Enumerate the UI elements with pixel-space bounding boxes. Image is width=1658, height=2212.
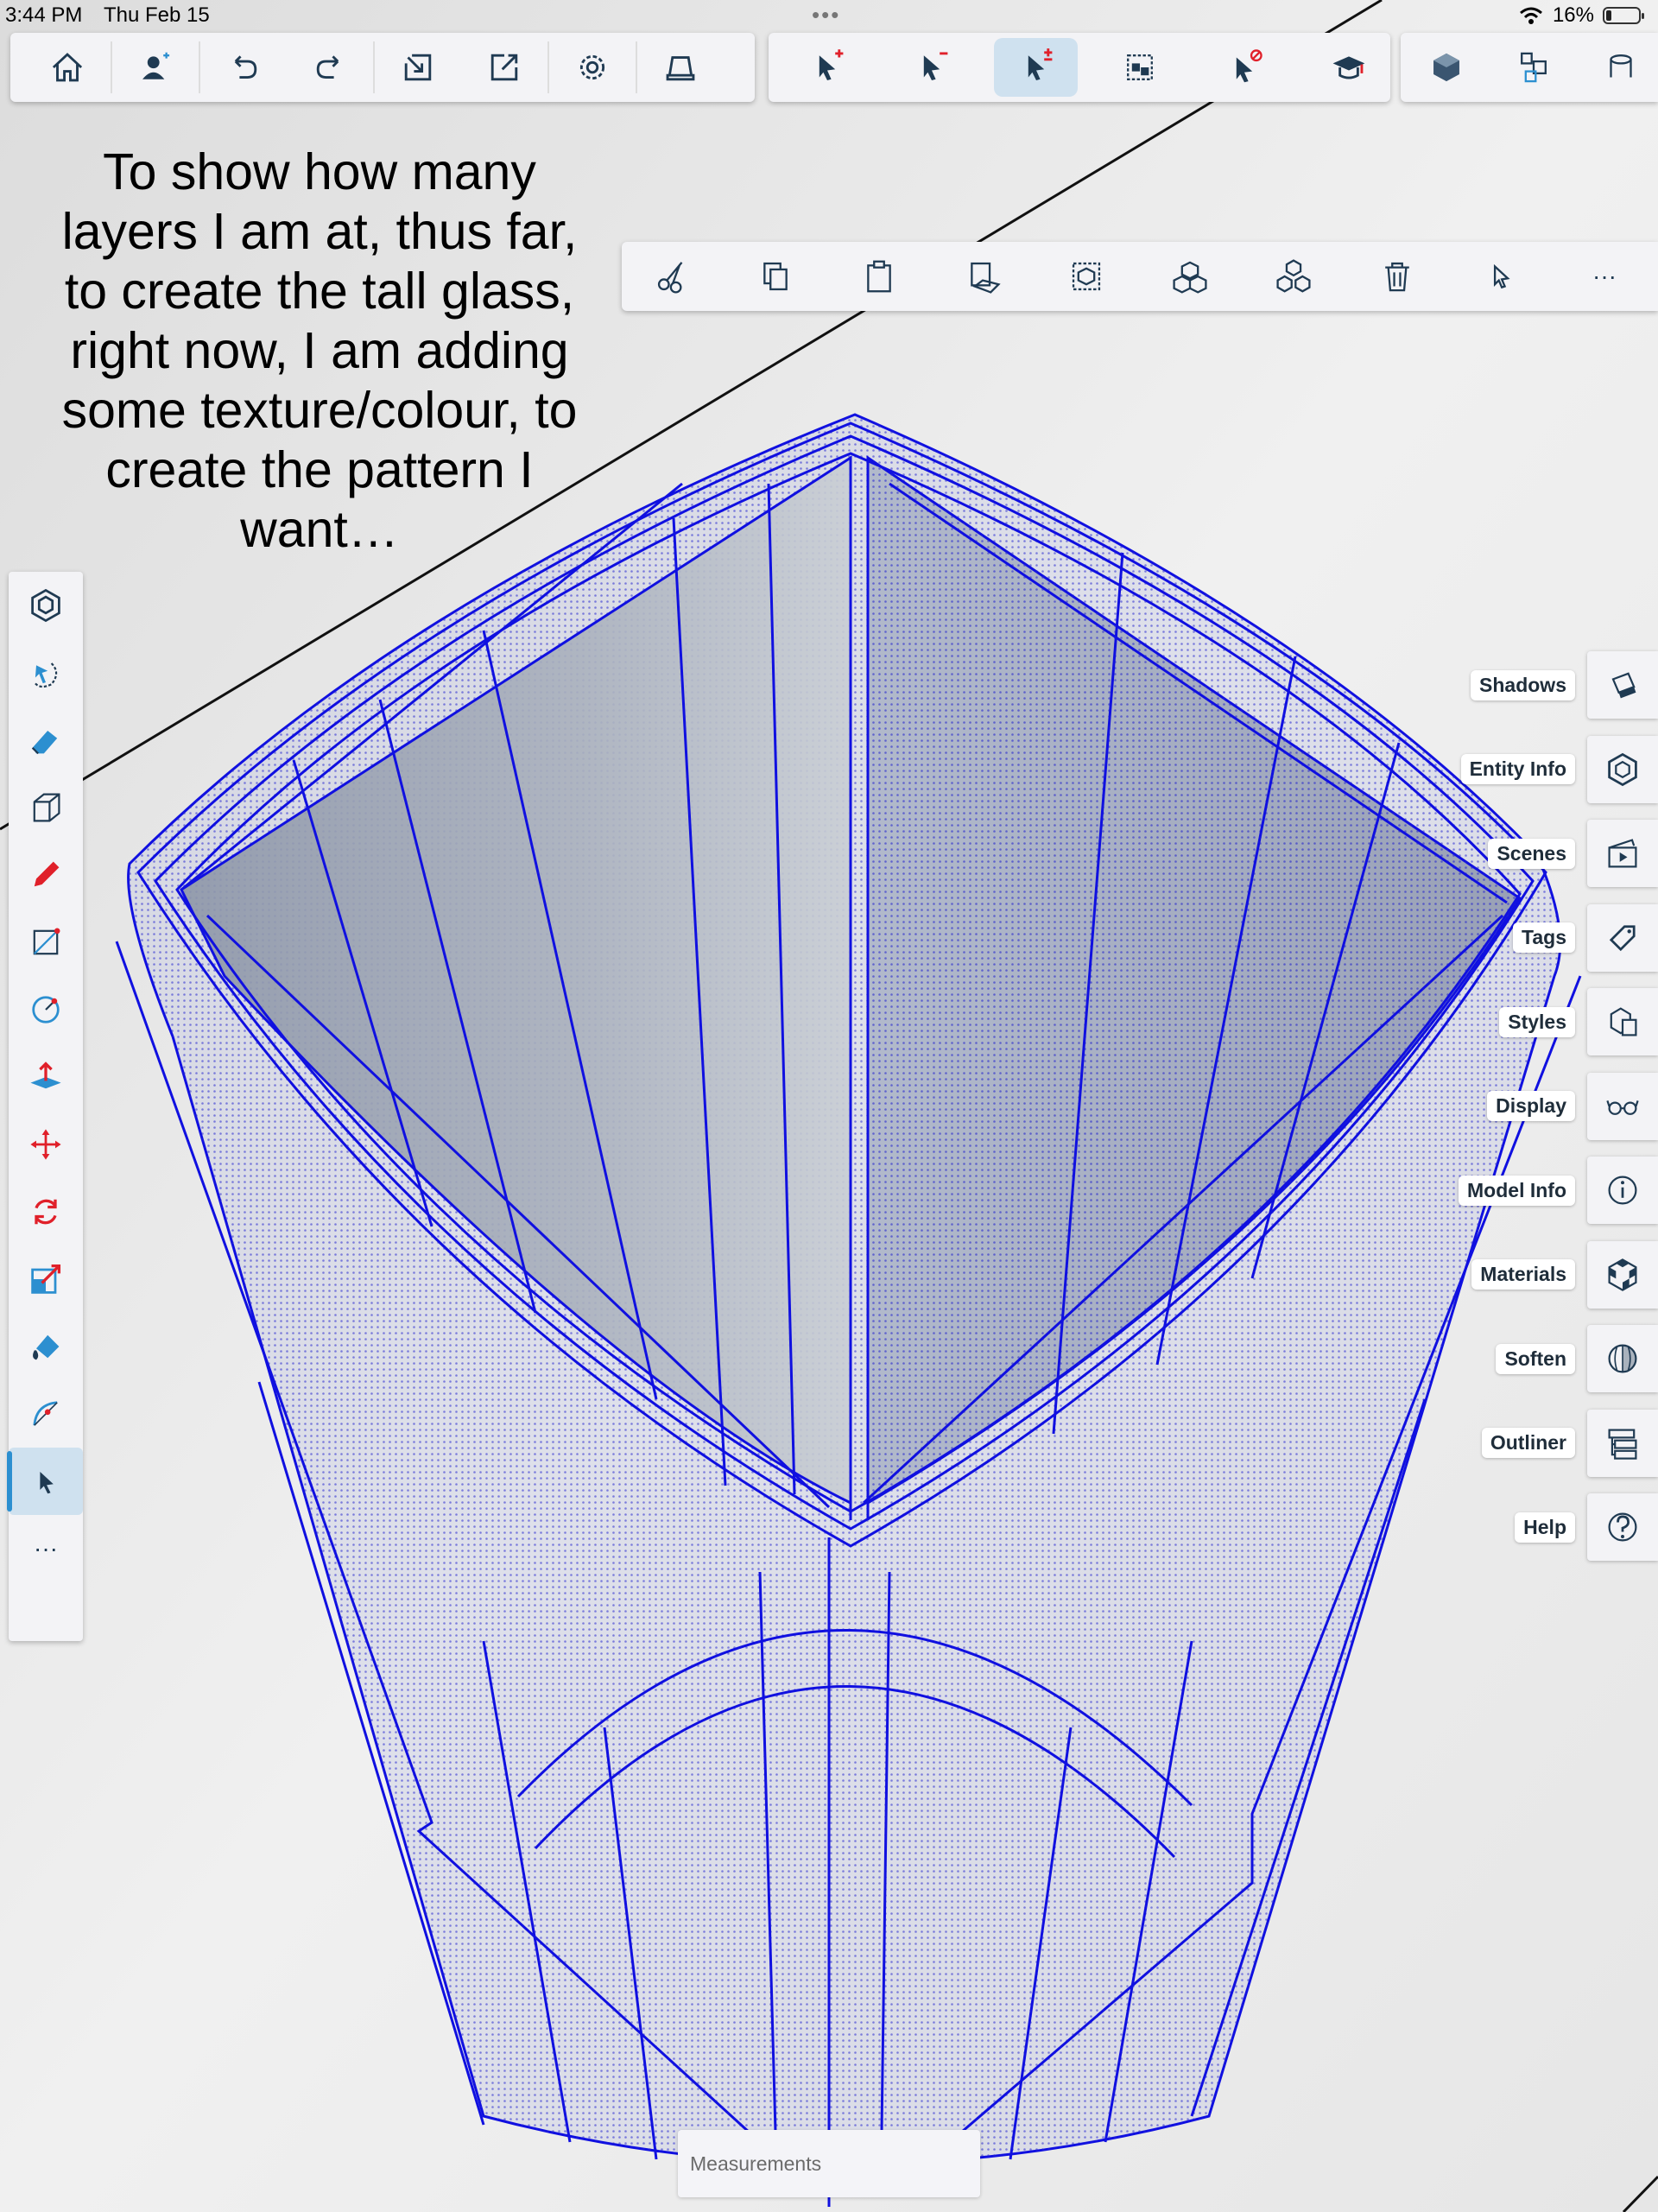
move-icon[interactable]	[9, 1111, 83, 1178]
tray-item-help[interactable]: Help	[1515, 1493, 1658, 1562]
tags-icon[interactable]	[1587, 903, 1658, 972]
print-icon[interactable]	[637, 38, 724, 97]
status-right: 16%	[1518, 3, 1644, 28]
materials-icon[interactable]	[1587, 1240, 1658, 1309]
tray-label[interactable]: Outliner	[1481, 1428, 1575, 1458]
tray-label[interactable]: Shadows	[1471, 669, 1575, 700]
tray-item-shadows[interactable]: Shadows	[1471, 650, 1658, 719]
entity-info-icon[interactable]	[1587, 735, 1658, 803]
battery-percent: 16%	[1552, 3, 1594, 27]
make-group-icon[interactable]	[1043, 247, 1130, 306]
components-icon[interactable]	[1497, 38, 1572, 97]
box-icon[interactable]	[9, 774, 83, 841]
orbit-icon[interactable]	[9, 639, 83, 707]
select-toggle-icon[interactable]	[994, 38, 1079, 97]
home-icon[interactable]	[24, 38, 111, 97]
cut-icon[interactable]	[629, 247, 715, 306]
tray-item-tags[interactable]: Tags	[1513, 903, 1658, 973]
tray-item-materials[interactable]: Materials	[1471, 1240, 1658, 1309]
undo-icon[interactable]	[200, 38, 287, 97]
select-add-icon[interactable]	[786, 38, 870, 97]
model-info-icon[interactable]	[1587, 1157, 1658, 1224]
model-icon[interactable]	[9, 572, 83, 639]
tray-item-model-info[interactable]: Model Info	[1459, 1156, 1658, 1225]
battery-icon	[1603, 7, 1644, 24]
learn-icon[interactable]	[1307, 38, 1390, 97]
make-component-icon[interactable]	[1147, 247, 1233, 306]
display-icon[interactable]	[1587, 1072, 1658, 1140]
tray-label[interactable]: Help	[1515, 1512, 1575, 1543]
outliner-icon[interactable]	[1587, 1409, 1658, 1477]
measurements-placeholder: Measurements	[690, 2152, 822, 2175]
multitasking-dots-icon[interactable]: •••	[812, 2, 840, 29]
tray-item-scenes[interactable]: Scenes	[1488, 819, 1658, 888]
main-toolbar	[10, 33, 755, 102]
tray-label[interactable]: Materials	[1471, 1259, 1575, 1290]
iso-view-icon[interactable]	[1409, 38, 1484, 97]
more-view-icon[interactable]	[1583, 38, 1658, 97]
overlay-caption: To show how many layers I am at, thus fa…	[61, 143, 578, 558]
tray-item-styles[interactable]: Styles	[1499, 987, 1658, 1056]
paste-icon[interactable]	[836, 247, 922, 306]
arc-icon[interactable]	[9, 1380, 83, 1448]
select-icon[interactable]	[1458, 247, 1544, 306]
account-icon[interactable]	[112, 38, 199, 97]
left-more-button[interactable]: ···	[9, 1515, 83, 1582]
tray-label[interactable]: Styles	[1499, 1006, 1575, 1037]
selection-toolbar	[769, 33, 1390, 102]
export-icon[interactable]	[461, 38, 547, 97]
delete-icon[interactable]	[1354, 247, 1440, 306]
tray-item-outliner[interactable]: Outliner	[1481, 1409, 1658, 1478]
tray-item-display[interactable]: Display	[1487, 1072, 1658, 1141]
soften-icon[interactable]	[1587, 1325, 1658, 1392]
circle-icon[interactable]	[9, 976, 83, 1043]
select-none-icon[interactable]	[1203, 38, 1287, 97]
eraser-icon[interactable]	[9, 707, 83, 774]
view-toolbar	[1401, 33, 1658, 102]
scale-icon[interactable]	[9, 1245, 83, 1313]
tray-label[interactable]: Display	[1487, 1091, 1575, 1121]
measurements-field[interactable]: Measurements	[678, 2130, 980, 2197]
context-toolbar: ···	[622, 242, 1658, 311]
copy-icon[interactable]	[732, 247, 819, 306]
settings-icon[interactable]	[549, 38, 636, 97]
select-subtract-icon[interactable]	[890, 38, 974, 97]
shadows-icon[interactable]	[1587, 651, 1658, 719]
tray-label[interactable]: Tags	[1513, 922, 1575, 953]
tray-label[interactable]: Scenes	[1488, 838, 1575, 869]
explode-icon[interactable]	[1250, 247, 1337, 306]
tray-label[interactable]: Model Info	[1459, 1175, 1575, 1206]
left-toolbar: ···	[7, 572, 83, 1641]
wifi-icon	[1519, 7, 1542, 24]
status-bar: 3:44 PM Thu Feb 15 ••• 16%	[0, 0, 1658, 31]
select-arrow-icon[interactable]	[7, 1448, 83, 1515]
tray-item-soften[interactable]: Soften	[1496, 1324, 1658, 1393]
tray-label[interactable]: Entity Info	[1460, 754, 1575, 784]
push-pull-icon[interactable]	[9, 1043, 83, 1111]
rectangle-icon[interactable]	[9, 909, 83, 976]
pencil-icon[interactable]	[9, 841, 83, 909]
styles-icon[interactable]	[1587, 988, 1658, 1055]
paste-in-place-icon[interactable]	[940, 247, 1026, 306]
rotate-icon[interactable]	[9, 1178, 83, 1245]
paint-bucket-icon[interactable]	[9, 1313, 83, 1380]
status-date: Thu Feb 15	[104, 3, 210, 27]
more-icon[interactable]: ···	[1561, 247, 1648, 306]
import-icon[interactable]	[375, 38, 461, 97]
help-icon[interactable]	[1587, 1493, 1658, 1561]
battery-level	[1606, 10, 1611, 21]
status-time: 3:44 PM	[5, 3, 83, 27]
redo-icon[interactable]	[287, 38, 373, 97]
select-group-icon[interactable]	[1098, 38, 1182, 97]
tray-item-entity-info[interactable]: Entity Info	[1460, 735, 1658, 804]
tray-label[interactable]: Soften	[1496, 1343, 1575, 1374]
scenes-icon[interactable]	[1587, 820, 1658, 887]
